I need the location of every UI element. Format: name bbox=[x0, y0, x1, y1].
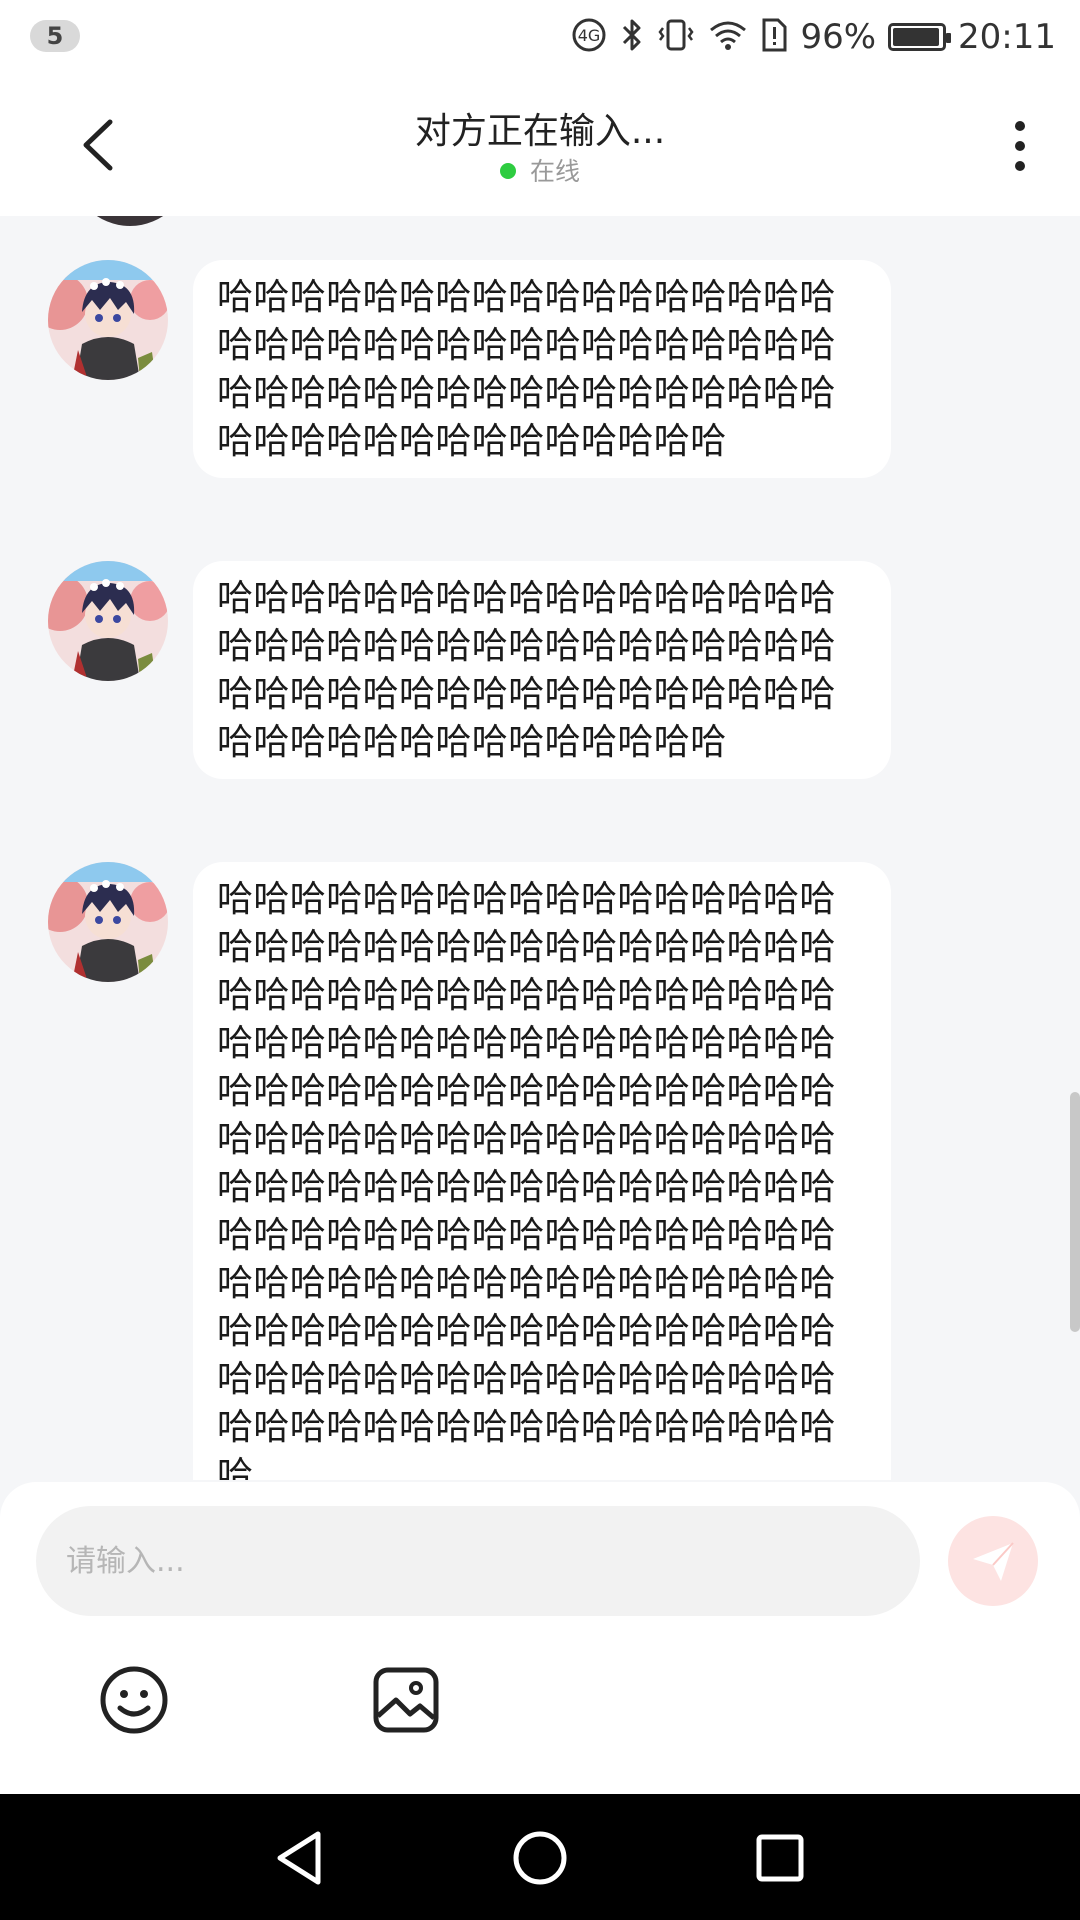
message-bubble[interactable]: 哈哈哈哈哈哈哈哈哈哈哈哈哈哈哈哈哈哈哈哈哈哈哈哈哈哈哈哈哈哈哈哈哈哈哈哈哈哈哈哈… bbox=[193, 561, 891, 779]
message-list[interactable]: 哈哈哈哈哈哈哈哈哈哈哈哈哈哈哈哈哈哈哈哈哈哈哈哈哈哈哈哈哈哈哈哈哈哈哈哈哈哈哈哈… bbox=[0, 216, 1080, 1480]
online-dot-icon bbox=[499, 163, 516, 179]
emoji-icon bbox=[100, 1666, 168, 1734]
chat-title: 对方正在输入... bbox=[414, 111, 666, 152]
online-status: 在线 bbox=[0, 152, 1080, 188]
clock: 20:11 bbox=[958, 17, 1056, 57]
image-button[interactable] bbox=[370, 1664, 442, 1736]
chat-header: 对方正在输入... 在线 bbox=[0, 72, 1080, 216]
data-saver-icon: 4G bbox=[570, 16, 608, 58]
more-options-button[interactable] bbox=[1000, 116, 1040, 176]
sim-alert-icon bbox=[760, 16, 788, 58]
back-triangle-icon bbox=[277, 1831, 321, 1885]
emoji-button[interactable] bbox=[98, 1664, 170, 1736]
send-button[interactable] bbox=[948, 1516, 1038, 1606]
avatar[interactable] bbox=[48, 862, 168, 982]
svg-text:4G: 4G bbox=[578, 26, 601, 45]
avatar bbox=[70, 216, 190, 226]
battery-icon bbox=[888, 23, 952, 51]
anime-avatar-icon bbox=[48, 561, 168, 681]
anime-avatar-icon bbox=[48, 862, 168, 982]
message-bubble[interactable]: 哈哈哈哈哈哈哈哈哈哈哈哈哈哈哈哈哈哈哈哈哈哈哈哈哈哈哈哈哈哈哈哈哈哈哈哈哈哈哈哈… bbox=[193, 862, 891, 1480]
send-plane-icon bbox=[973, 1542, 1014, 1581]
system-nav-bar bbox=[0, 1794, 1080, 1920]
message-bubble[interactable]: 哈哈哈哈哈哈哈哈哈哈哈哈哈哈哈哈哈哈哈哈哈哈哈哈哈哈哈哈哈哈哈哈哈哈哈哈哈哈哈哈… bbox=[193, 260, 891, 478]
notification-count-badge: 5 bbox=[30, 20, 80, 52]
nav-home-button[interactable] bbox=[508, 1826, 572, 1890]
avatar[interactable] bbox=[48, 260, 168, 380]
more-vertical-icon bbox=[1015, 121, 1025, 171]
composer-panel bbox=[0, 1482, 1080, 1794]
bluetooth-icon bbox=[620, 16, 644, 58]
image-icon bbox=[373, 1667, 439, 1733]
scrollbar-thumb[interactable] bbox=[1070, 1092, 1080, 1332]
nav-back-button[interactable] bbox=[268, 1826, 332, 1890]
battery-percent: 96% bbox=[800, 17, 877, 57]
vibrate-icon bbox=[656, 16, 696, 58]
nav-recents-button[interactable] bbox=[748, 1826, 812, 1890]
status-bar: 5 4G 96% 20:11 bbox=[0, 0, 1080, 72]
home-circle-icon bbox=[513, 1831, 567, 1885]
online-status-label: 在线 bbox=[529, 157, 580, 186]
anime-avatar-icon bbox=[48, 260, 168, 380]
recents-square-icon bbox=[756, 1834, 804, 1882]
status-icons: 4G 96% 20:11 bbox=[570, 12, 1056, 62]
message-input[interactable] bbox=[36, 1506, 920, 1616]
wifi-icon bbox=[708, 16, 748, 58]
avatar[interactable] bbox=[48, 561, 168, 681]
